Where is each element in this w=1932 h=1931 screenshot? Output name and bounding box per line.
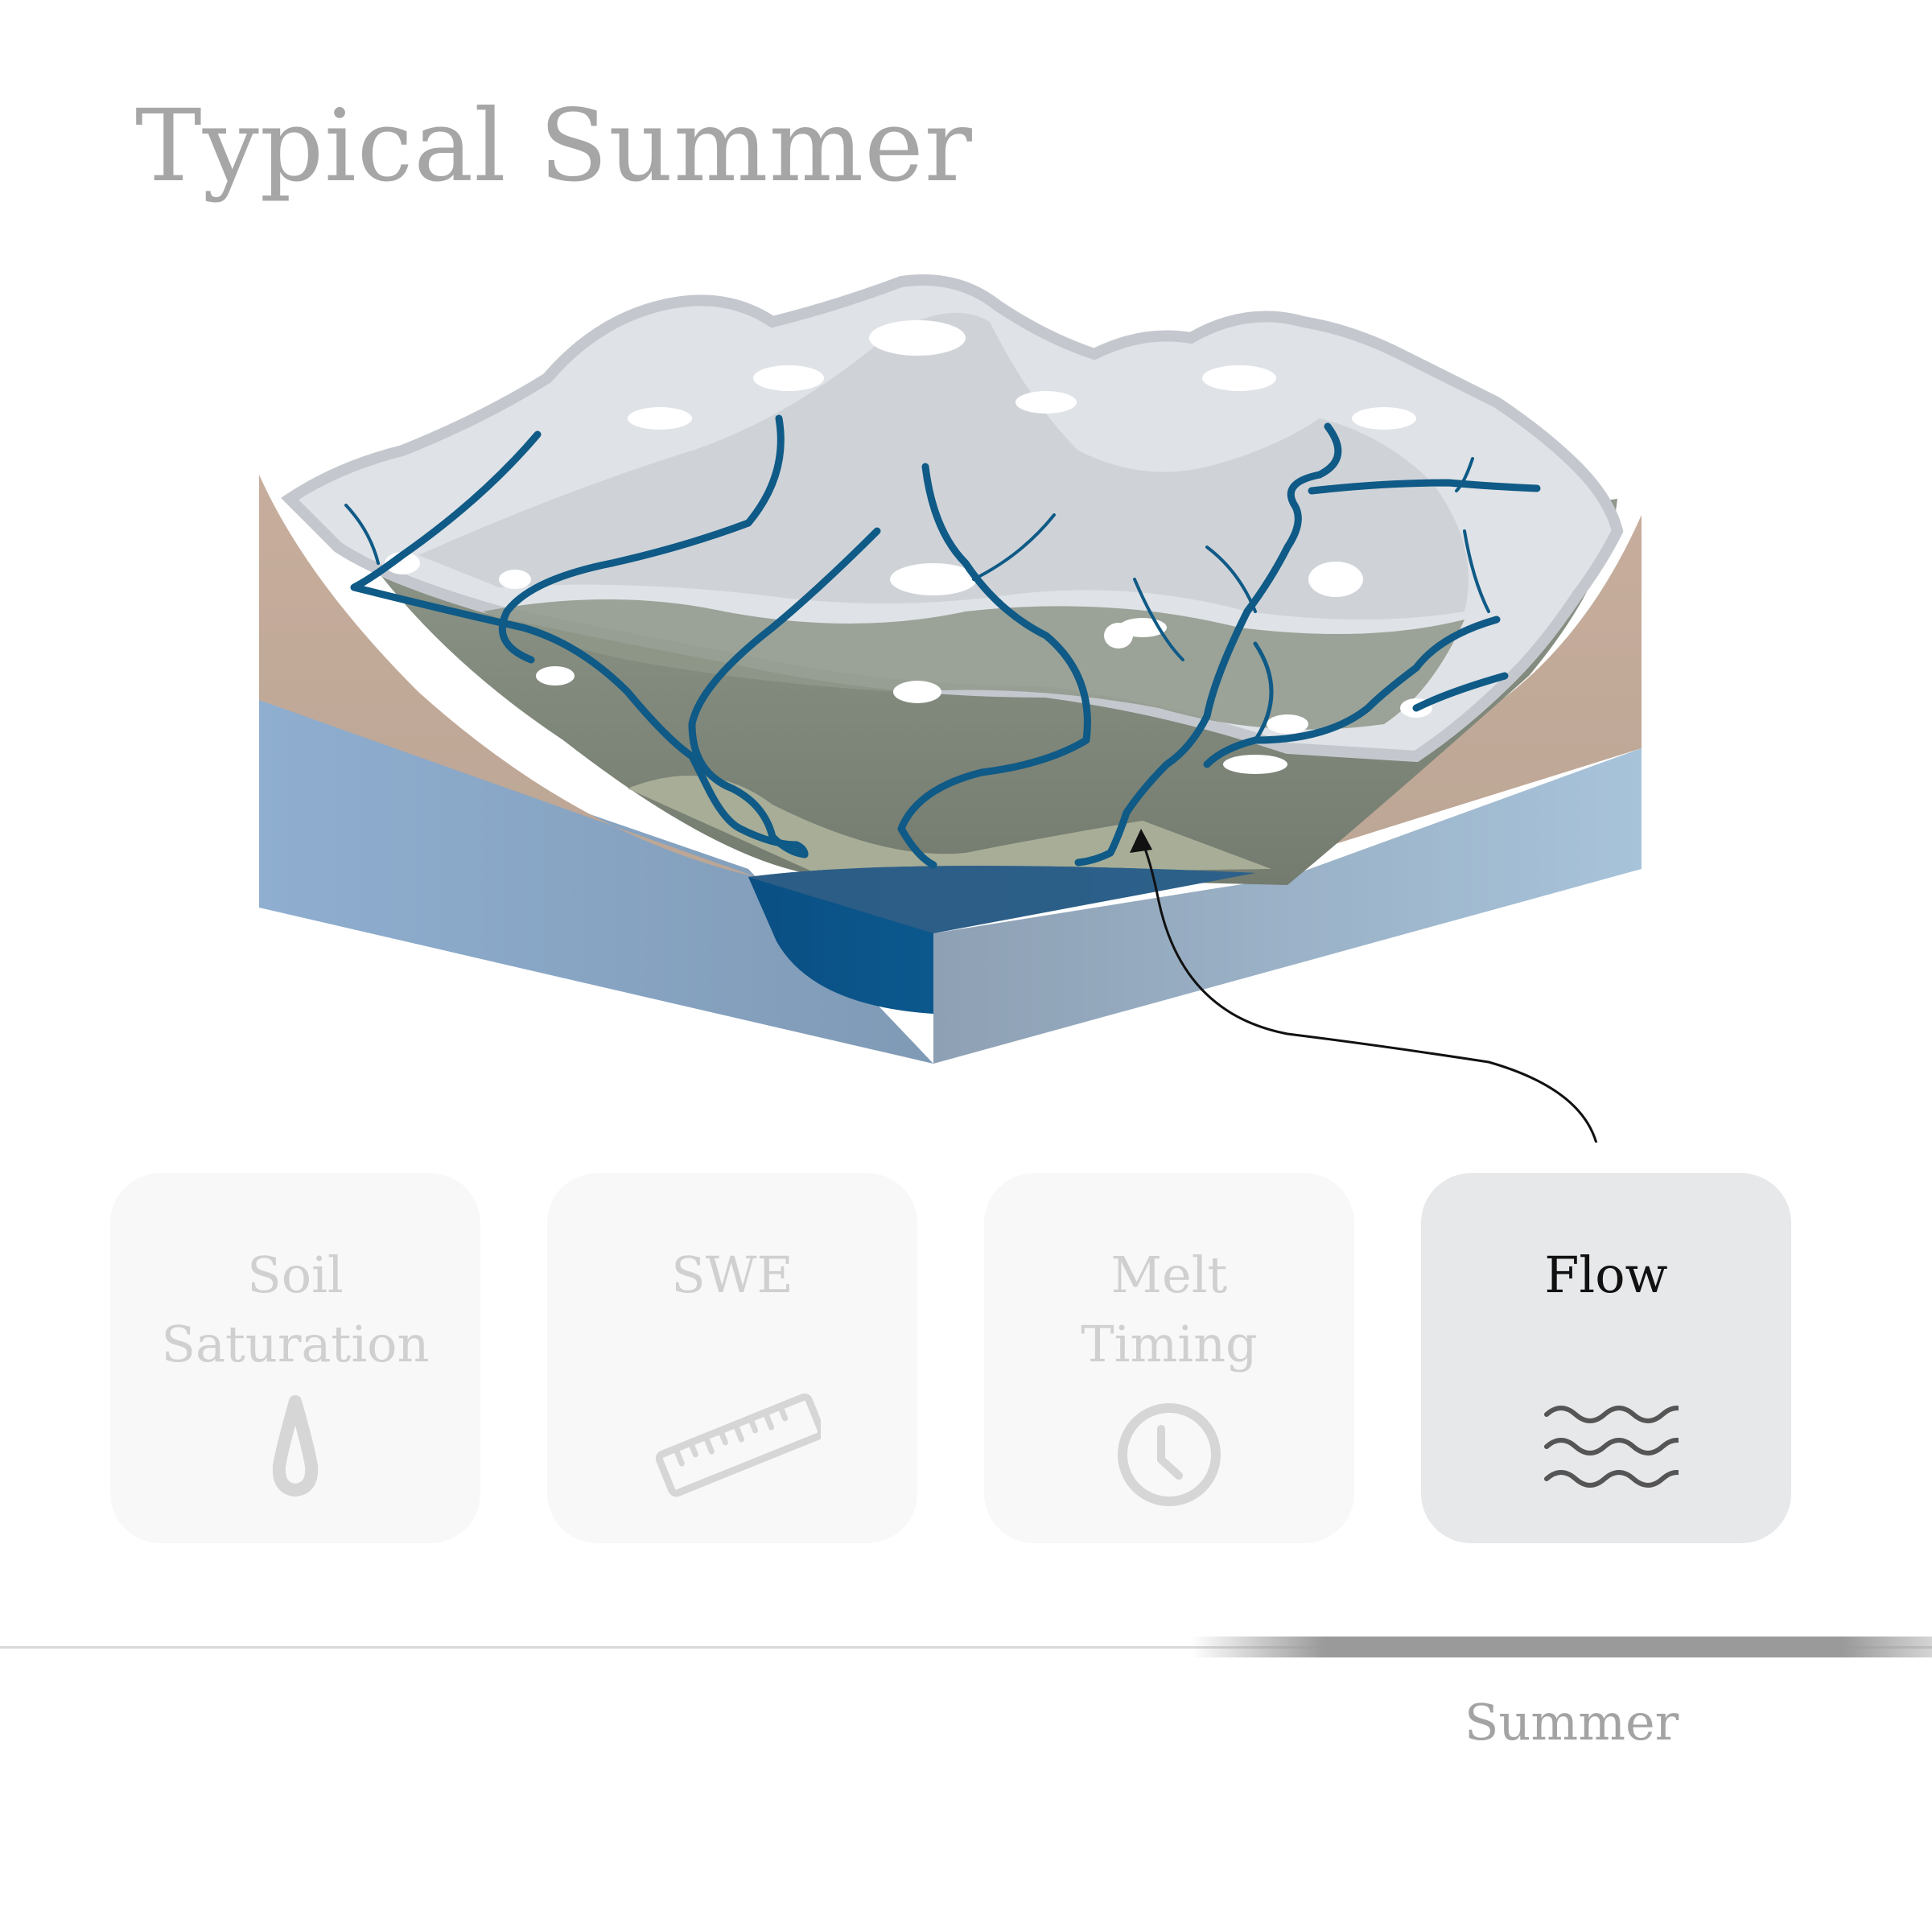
card-label-line: Soil — [247, 1245, 344, 1304]
card-melt-timing[interactable]: Melt Timing — [984, 1173, 1354, 1543]
waves-icon — [1544, 1406, 1679, 1488]
watershed-diagram — [259, 274, 1642, 1143]
clock-icon — [1118, 1403, 1221, 1506]
season-label: Summer — [1464, 1693, 1679, 1752]
card-label-line: Saturation — [161, 1315, 430, 1373]
card-label-line: Melt — [1110, 1245, 1228, 1304]
card-label-line: Timing — [1081, 1315, 1258, 1373]
card-label-line: Flow — [1544, 1245, 1668, 1304]
droplet-icon — [272, 1395, 319, 1497]
card-label-line: SWE — [671, 1245, 793, 1304]
card-soil-saturation[interactable]: Soil Saturation — [110, 1173, 480, 1543]
card-swe[interactable]: SWE — [547, 1173, 917, 1543]
card-flow[interactable]: Flow — [1421, 1173, 1791, 1543]
ruler-icon — [655, 1393, 821, 1497]
timeline-progress — [1191, 1637, 1932, 1657]
